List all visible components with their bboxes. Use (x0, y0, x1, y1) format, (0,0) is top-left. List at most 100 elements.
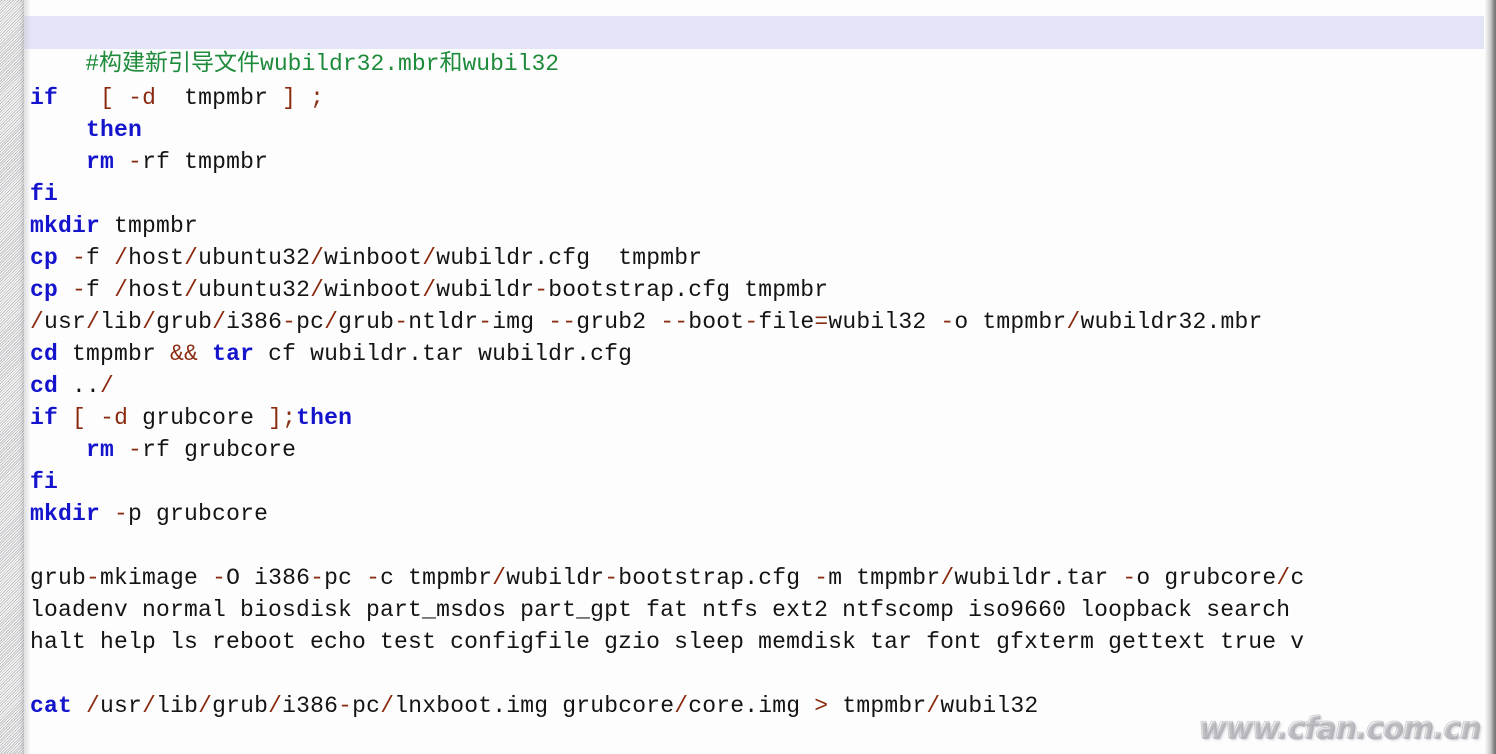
code-token: c (1290, 565, 1305, 591)
hatched-left-gutter (0, 0, 24, 754)
code-token: - (86, 565, 101, 591)
code-token: = (814, 309, 829, 335)
code-token: host (128, 277, 185, 303)
code-token: halt help ls reboot echo test configfile… (30, 629, 1305, 655)
code-token: wubildr (436, 277, 535, 303)
code-token: -d (100, 405, 129, 431)
code-token: grub (156, 309, 213, 335)
code-token: - (128, 149, 143, 175)
line-then: then (30, 114, 142, 146)
code-token: then (296, 405, 353, 431)
code-token: pc (324, 565, 367, 591)
code-token: pc (352, 693, 381, 719)
code-token: rm (86, 149, 115, 175)
code-token: / (324, 309, 339, 335)
line-cat-lnxboot: cat /usr/lib/grub/i386-pc/lnxboot.img gr… (30, 690, 1038, 722)
code-token: o grubcore (1136, 565, 1277, 591)
code-token: / (184, 245, 199, 271)
code-token: -- (548, 309, 577, 335)
code-token: - (338, 693, 353, 719)
code-token: tmpmbr (58, 341, 171, 367)
code-snippet-page: #构建新引导文件wubildr32.mbr和wubil32 if [ -d tm… (0, 0, 1496, 754)
code-token: / (492, 565, 507, 591)
code-token: / (212, 309, 227, 335)
code-token: - (282, 309, 297, 335)
line-cd-tar: cd tmpmbr && tar cf wubildr.tar wubildr.… (30, 338, 632, 370)
code-token: / (30, 309, 45, 335)
code-token: - (814, 565, 829, 591)
line-mkdir-grubcore: mkdir -p grubcore (30, 498, 268, 530)
code-token: fi (30, 181, 59, 207)
line-fi-2: fi (30, 466, 58, 498)
line-grub-mkimage: grub-mkimage -O i386-pc -c tmpmbr/wubild… (30, 562, 1304, 594)
code-token: - (128, 437, 143, 463)
code-token: usr (44, 309, 87, 335)
code-token: cat (30, 693, 73, 719)
code-token: mkdir (30, 501, 101, 527)
code-token: rf grubcore (142, 437, 297, 463)
code-token: / (86, 309, 101, 335)
code-token: -- (660, 309, 689, 335)
code-token: - (940, 309, 955, 335)
line-modules-2: halt help ls reboot echo test configfile… (30, 626, 1304, 658)
comment-file-1: wubildr32.mbr (260, 51, 440, 77)
code-token: && (170, 341, 199, 367)
comment-chinese-text: 构建新引导文件 (99, 50, 261, 76)
code-token: / (422, 245, 437, 271)
code-token: rf tmpmbr (142, 149, 269, 175)
code-token: / (422, 277, 437, 303)
code-token: / (268, 693, 283, 719)
code-token: host (128, 245, 185, 271)
code-token: - (310, 565, 325, 591)
code-token: tar (212, 341, 255, 367)
code-token: O i386 (226, 565, 311, 591)
code-token: ubuntu32 (198, 245, 311, 271)
code-token: / (380, 693, 395, 719)
code-body: if [ -d tmpmbr ] ; then rm -rf tmpmbr fi m… (24, 0, 1496, 754)
code-token: ubuntu32 (198, 277, 311, 303)
code-token: wubildr (506, 565, 605, 591)
code-token: / (184, 277, 199, 303)
code-token: / (114, 277, 129, 303)
code-token: lib (156, 693, 199, 719)
code-token: f (86, 245, 115, 271)
code-token: / (940, 565, 955, 591)
code-token: wubildr32.mbr (1080, 309, 1263, 335)
code-token: cp (30, 277, 59, 303)
code-token: file (758, 309, 815, 335)
code-token: grub (338, 309, 395, 335)
code-token: i386 (282, 693, 339, 719)
code-token: grub (30, 565, 87, 591)
comment-file-2: wubil32 (462, 51, 560, 77)
code-token: - (212, 565, 227, 591)
code-token: [ (72, 405, 87, 431)
code-token: if (30, 405, 59, 431)
code-token: - (72, 245, 87, 271)
line-grub-ntldr-img: /usr/lib/grub/i386-pc/grub-ntldr-img --g… (30, 306, 1262, 338)
code-token: mkimage (100, 565, 213, 591)
code-token: - (478, 309, 493, 335)
line-rm-grubcore: rm -rf grubcore (30, 434, 296, 466)
code-token: / (86, 693, 101, 719)
code-token: / (674, 693, 689, 719)
right-edge-scroll-strip[interactable] (1484, 0, 1496, 754)
line-rm-tmpmbr: rm -rf tmpmbr (30, 146, 268, 178)
code-token: cf wubildr.tar wubildr.cfg (254, 341, 633, 367)
code-token: winboot (324, 245, 423, 271)
code-token: loadenv normal biosdisk part_msdos part_… (30, 597, 1291, 623)
code-token: fi (30, 469, 59, 495)
code-token: - (534, 277, 549, 303)
code-token: / (310, 277, 325, 303)
code-token: lib (100, 309, 143, 335)
code-token: - (114, 501, 129, 527)
code-token: f (86, 277, 115, 303)
